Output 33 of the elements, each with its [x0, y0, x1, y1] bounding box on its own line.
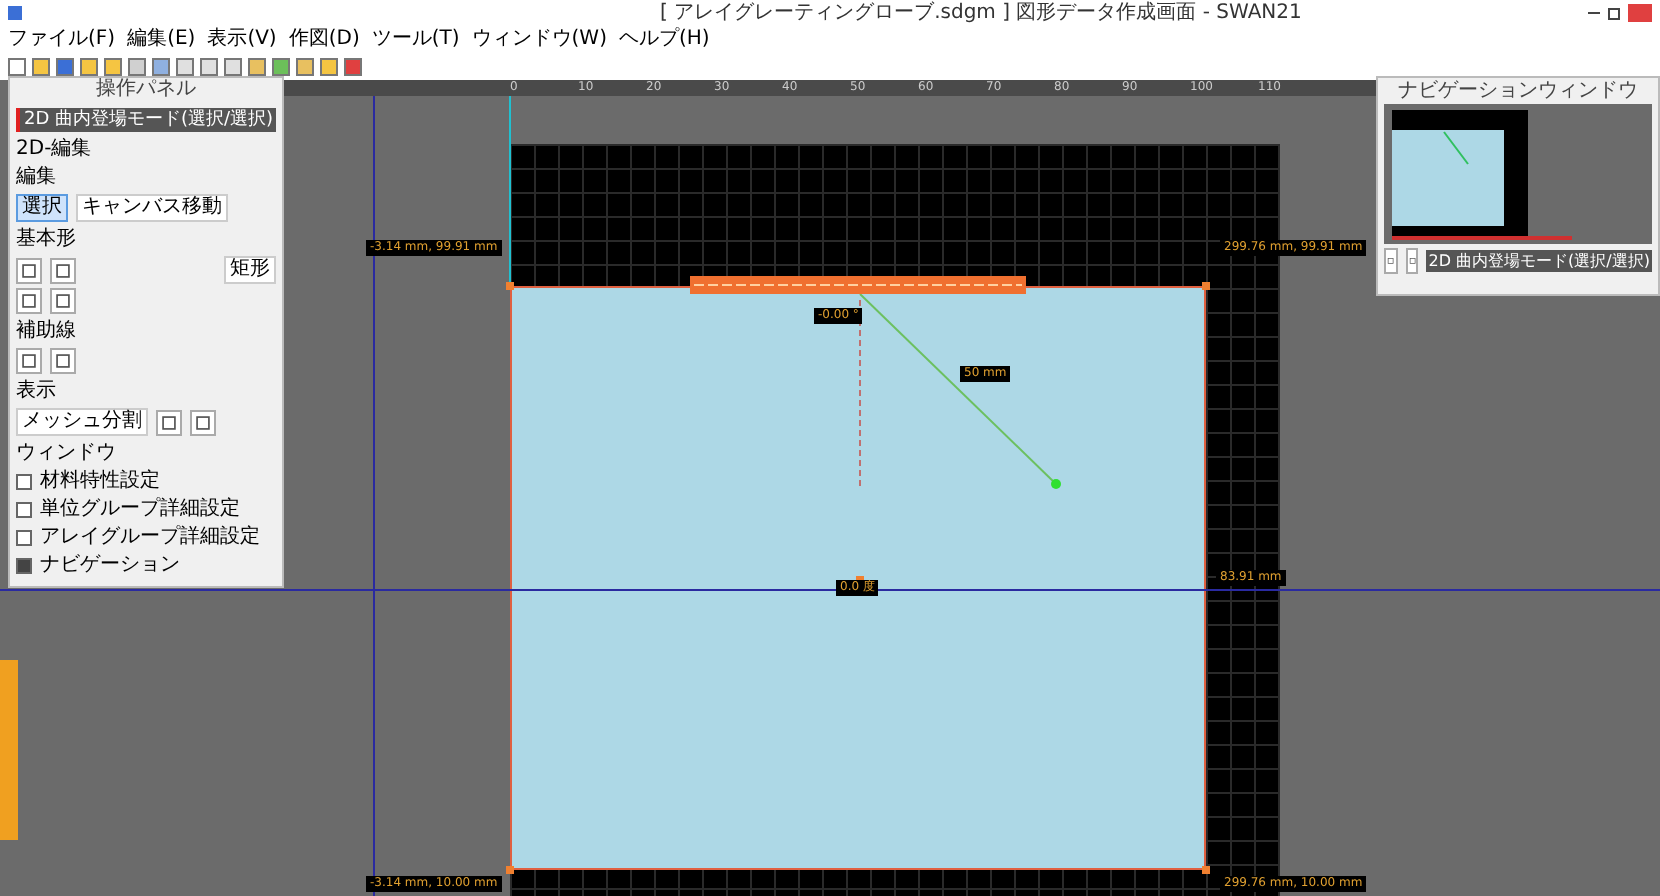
- group-title: 編集: [16, 166, 58, 190]
- mesh-button[interactable]: メッシュ分割: [16, 408, 148, 436]
- menu-item[interactable]: 編集(E): [127, 27, 196, 51]
- tool-button[interactable]: 選択: [16, 194, 68, 222]
- checkbox[interactable]: [16, 502, 32, 518]
- mode-indicator: 2D 曲内登場モード(選択/選択): [16, 108, 276, 132]
- menu-item[interactable]: 表示(V): [207, 27, 277, 51]
- checkbox[interactable]: [16, 558, 32, 574]
- rectangle-button[interactable]: 矩形: [224, 256, 276, 284]
- panel-title: 操作パネル: [94, 78, 198, 102]
- checkbox-label: アレイグループ詳細設定: [40, 526, 260, 550]
- maximize-icon[interactable]: [1608, 7, 1620, 19]
- checkbox[interactable]: [16, 530, 32, 546]
- window-title: [ アレイグレーティングローブ.sdgm ] 図形データ作成画面 - SWAN21: [660, 1, 1302, 25]
- menu-item[interactable]: ヘルプ(H): [618, 27, 710, 51]
- mode-indicator: 2D 曲内登場モード(選択/選択): [1426, 250, 1652, 272]
- section-title: 2D-編集: [16, 138, 94, 162]
- window-title: ナビゲーションウィンドウ: [1396, 78, 1640, 104]
- checkbox-label: ナビゲーション: [40, 554, 180, 578]
- menu-item[interactable]: ウィンドウ(W): [471, 27, 607, 51]
- rectangle-icon[interactable]: [16, 257, 42, 283]
- section-title: 基本形: [16, 228, 78, 252]
- menu-item[interactable]: 作図(D): [288, 27, 360, 51]
- menu-item[interactable]: ファイル(F): [8, 27, 116, 51]
- section-title: 補助線: [16, 320, 78, 344]
- menu-item[interactable]: ツール(T): [371, 27, 460, 51]
- app-icon: [8, 6, 22, 20]
- checkbox[interactable]: [16, 474, 32, 490]
- section-title: 表示: [16, 380, 58, 404]
- checkbox-label: 単位グループ詳細設定: [40, 498, 240, 522]
- section-title: ウィンドウ: [16, 442, 118, 466]
- tool-button[interactable]: キャンバス移動: [76, 194, 228, 222]
- checkbox-label: 材料特性設定: [40, 470, 160, 494]
